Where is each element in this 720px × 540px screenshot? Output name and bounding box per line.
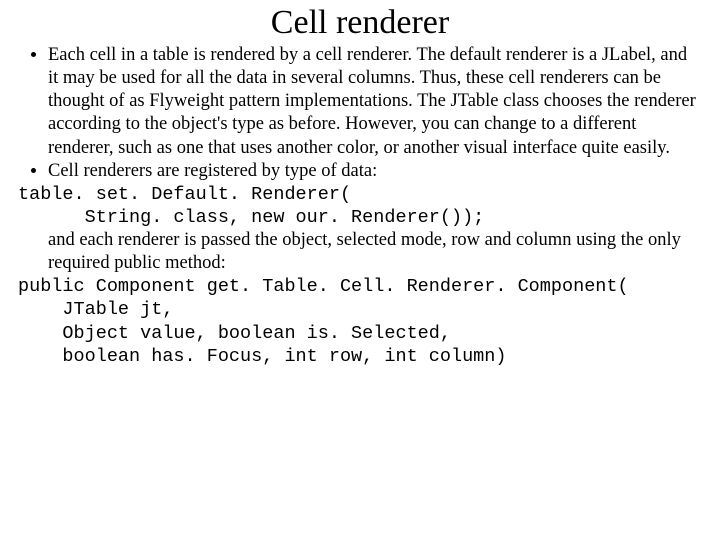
bullet-item: Cell renderers are registered by type of…	[48, 160, 702, 183]
code-snippet-1: table. set. Default. Renderer( String. c…	[18, 183, 702, 229]
slide-title: Cell renderer	[18, 4, 702, 42]
bullet-item: Each cell in a table is rendered by a ce…	[48, 44, 702, 160]
code-snippet-2: public Component get. Table. Cell. Rende…	[18, 275, 702, 368]
bullet-list: Each cell in a table is rendered by a ce…	[18, 44, 702, 183]
slide: Cell renderer Each cell in a table is re…	[0, 0, 720, 368]
mid-paragraph: and each renderer is passed the object, …	[18, 229, 702, 275]
